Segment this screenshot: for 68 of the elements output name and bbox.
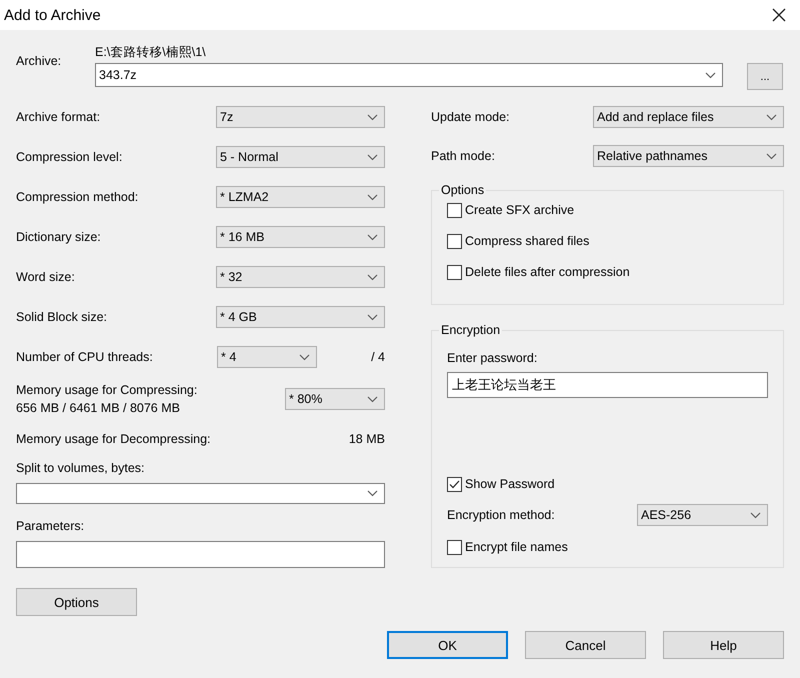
chevron-down-icon: [367, 114, 378, 120]
chevron-down-icon: [367, 274, 378, 280]
checkbox-label: Create SFX archive: [465, 203, 574, 217]
password-label: Enter password:: [447, 351, 538, 365]
chevron-down-icon: [705, 72, 716, 78]
encryption-method-combo[interactable]: AES-256: [637, 504, 768, 526]
checkbox[interactable]: [447, 540, 462, 554]
setting-label: Compression level:: [16, 150, 122, 164]
chevron-down-icon: [367, 490, 378, 497]
setting-label: Update mode:: [431, 110, 510, 124]
setting-combo[interactable]: 5 - Normal: [216, 146, 385, 168]
password-field[interactable]: 上老王论坛当老王: [447, 372, 768, 398]
setting-label: Solid Block size:: [16, 310, 108, 324]
setting-label: Word size:: [16, 270, 75, 284]
setting-label: Path mode:: [431, 149, 495, 163]
dialog-button[interactable]: OK: [387, 631, 508, 659]
checkbox[interactable]: [447, 476, 462, 492]
dialog-button[interactable]: Help: [663, 631, 784, 659]
chevron-down-icon: [766, 114, 777, 120]
memory-compress-label: Memory usage for Compressing:: [16, 383, 198, 397]
setting-combo[interactable]: * LZMA2: [216, 186, 385, 208]
close-icon[interactable]: [772, 8, 786, 22]
setting-combo[interactable]: * 16 MB: [216, 226, 385, 248]
split-label: Split to volumes, bytes:: [16, 461, 146, 475]
memory-compress-detail: 656 MB / 6461 MB / 8076 MB: [16, 401, 181, 415]
checkbox-label: Delete files after compression: [465, 265, 630, 279]
archive-label: Archive:: [16, 54, 62, 68]
checkbox[interactable]: [447, 202, 462, 218]
chevron-down-icon: [367, 154, 378, 160]
options-button[interactable]: Options: [16, 588, 137, 616]
setting-label: Dictionary size:: [16, 230, 101, 244]
chevron-down-icon: [750, 512, 761, 518]
encryption-method-label: Encryption method:: [447, 508, 555, 522]
archive-path: E:\套路转移\楠熙\1\: [95, 44, 207, 61]
checkmark-icon: [449, 480, 460, 488]
browse-button[interactable]: ...: [747, 63, 783, 90]
chevron-down-icon: [367, 396, 378, 402]
chevron-down-icon: [299, 354, 310, 360]
setting-label: Archive format:: [16, 110, 100, 124]
chevron-down-icon: [367, 314, 378, 320]
checkbox[interactable]: [447, 264, 462, 280]
checkbox-label: Compress shared files: [465, 234, 590, 248]
archive-name-combo[interactable]: 343.7z: [95, 63, 723, 87]
chevron-down-icon: [367, 234, 378, 240]
setting-combo[interactable]: * 4 GB: [216, 306, 385, 328]
setting-label: Number of CPU threads:: [16, 350, 153, 364]
setting-combo[interactable]: 7z: [216, 106, 385, 128]
split-combo[interactable]: [16, 483, 385, 504]
group-title: Encryption: [440, 323, 502, 337]
threads-combo[interactable]: * 4: [217, 346, 317, 368]
memory-decompress-value: 18 MB: [348, 432, 385, 446]
group-title: Options: [440, 183, 486, 197]
setting-combo[interactable]: * 32: [216, 266, 385, 288]
memory-decompress-label: Memory usage for Decompressing:: [16, 432, 211, 446]
update-mode-combo[interactable]: Add and replace files: [593, 106, 784, 128]
path-mode-combo[interactable]: Relative pathnames: [593, 145, 784, 167]
chevron-down-icon: [766, 152, 777, 160]
parameters-label: Parameters:: [16, 519, 86, 533]
checkbox[interactable]: [447, 234, 462, 248]
parameters-field[interactable]: [16, 541, 385, 568]
setting-label: Compression method:: [16, 190, 138, 204]
checkbox-label: Encrypt file names: [465, 540, 568, 554]
chevron-down-icon: [367, 194, 378, 200]
threads-max: / 4: [370, 350, 385, 364]
memory-combo[interactable]: * 80%: [285, 388, 385, 410]
dialog-button[interactable]: Cancel: [525, 631, 646, 659]
window-title: Add to Archive: [4, 6, 101, 24]
checkbox-label: Show Password: [465, 477, 555, 491]
